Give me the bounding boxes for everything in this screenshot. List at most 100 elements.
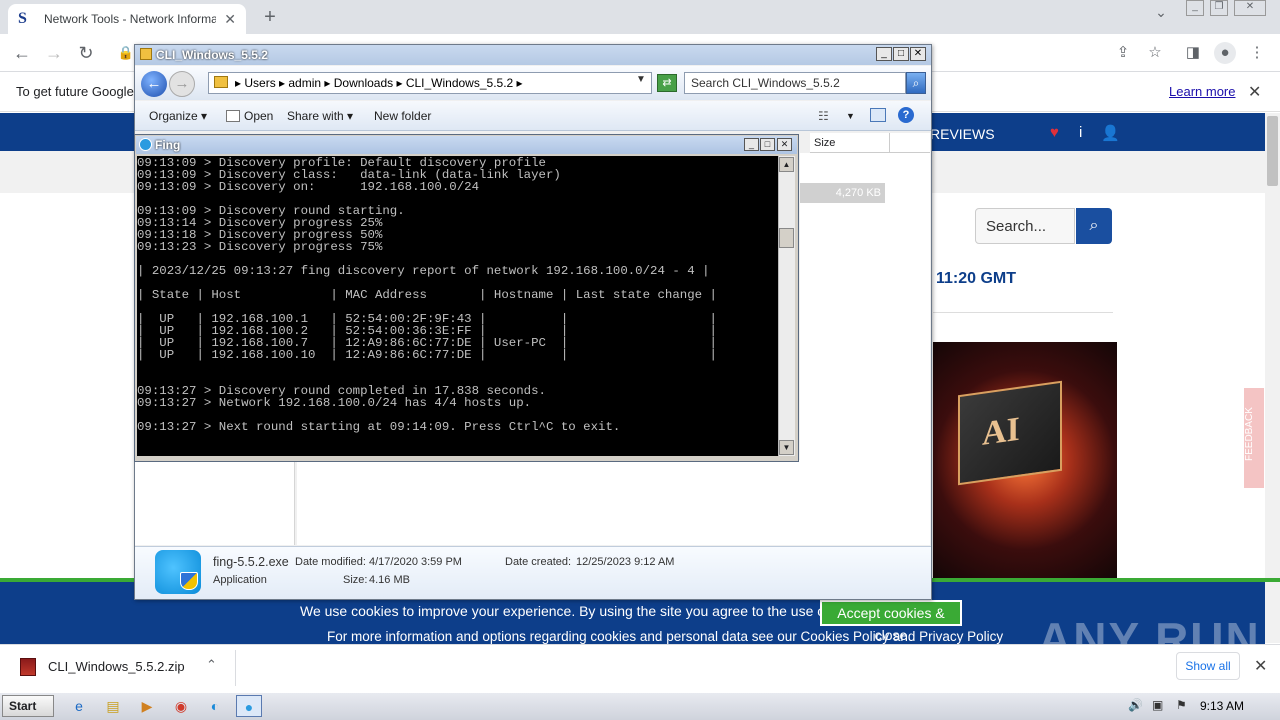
divider [933,312,1113,313]
navigation-pane[interactable] [135,460,295,545]
fing-maximize-button[interactable]: □ [760,138,775,151]
preview-pane-icon[interactable] [870,108,886,122]
ai-chip-label: AI [982,410,1020,453]
new-tab-button[interactable]: + [258,6,282,30]
network-icon[interactable]: ▣ [1152,698,1163,712]
address-folder-icon [214,76,228,88]
show-all-button[interactable]: Show all [1176,652,1240,680]
start-button[interactable]: Start [2,695,54,717]
explorer-minimize-button[interactable]: _ [876,47,892,61]
address-dropdown-icon[interactable]: ▼ [636,74,646,85]
fing-minimize-button[interactable]: _ [744,138,759,151]
user-icon[interactable]: 👤 [1101,124,1120,142]
site-search-icon[interactable]: ⌕ [1076,208,1112,244]
info-bar-text: To get future Google [16,84,134,99]
detail-created-value: 12/25/2023 9:12 AM [576,556,675,568]
ie-icon[interactable]: e [66,695,92,717]
close-tab-icon[interactable]: ✕ [224,11,236,28]
heart-icon[interactable]: ♥ [1050,124,1059,141]
selected-file-size[interactable]: 4,270 KB [800,183,885,203]
detail-modified-value: 4/17/2020 3:59 PM [369,556,462,568]
explorer-search-input[interactable]: Search CLI_Windows_5.5.2 [684,72,906,94]
scroll-up-icon[interactable]: ▲ [779,157,794,172]
explorer-forward-icon[interactable]: → [169,71,195,97]
profile-avatar-icon[interactable]: ● [1214,42,1236,64]
explorer-maximize-button[interactable]: □ [893,47,909,61]
learn-more-link[interactable]: Learn more [1169,84,1235,99]
accept-cookies-button[interactable]: Accept cookies & close [820,600,962,643]
view-dropdown-icon[interactable]: ▼ [846,111,855,121]
nav-reviews-link[interactable]: REVIEWS [930,126,995,142]
console-line: 09:13:09 > Discovery on: 192.168.100.0/2… [137,180,480,194]
console-scroll-thumb[interactable] [779,228,794,248]
volume-icon[interactable]: 🔊 [1128,698,1143,712]
minimize-button[interactable]: _ [1186,0,1204,16]
feedback-tab[interactable]: FEEDBACK [1244,388,1264,488]
zip-archive-icon [20,658,36,676]
info-bar-close-icon[interactable]: ✕ [1248,82,1261,102]
file-list-lower[interactable] [297,460,930,545]
restore-button[interactable]: ❐ [1210,0,1228,16]
explorer-close-button[interactable]: ✕ [910,47,926,61]
tab-title: Network Tools - Network Information [44,12,217,26]
console-line: | State | Host | MAC Address | Hostname … [137,288,717,302]
folder-icon [140,48,152,60]
uac-shield-icon [180,572,198,590]
explorer-title: CLI_Windows_5.5.2 [156,48,268,62]
cookie-policy-text[interactable]: For more information and options regardi… [327,629,1003,644]
open-icon [226,110,240,122]
scroll-down-icon[interactable]: ▼ [779,440,794,455]
explorer-refresh-icon[interactable]: ⇄ [657,74,677,92]
detail-size-label: Size: [343,574,368,586]
menu-kebab-icon[interactable]: ⋮ [1246,42,1268,64]
share-icon[interactable]: ⇪ [1112,42,1134,64]
side-panel-icon[interactable]: ◨ [1182,42,1204,64]
page-scrollbar-thumb[interactable] [1267,116,1278,186]
edge-icon[interactable]: ◐ [202,695,228,717]
fing-console-output[interactable]: 09:13:09 > Discovery profile: Default di… [137,156,778,456]
fing-title-icon [139,138,152,151]
start-label: Start [9,699,37,713]
console-line: 09:13:23 > Discovery progress 75% [137,240,383,254]
detail-filetype: Application [213,574,267,586]
site-search-input[interactable]: Search... [975,208,1075,244]
reload-icon[interactable]: ↻ [74,42,98,64]
download-item[interactable]: CLI_Windows_5.5.2.zip [48,659,185,674]
size-column-header[interactable]: Size [810,133,890,153]
explorer-search-icon[interactable]: ⌕ [906,72,926,94]
tab-search-icon[interactable]: ⌄ [1146,4,1176,21]
explorer-taskbar-icon[interactable]: ▤ [100,695,126,717]
detail-created-label: Date created: [505,556,572,568]
download-shelf-close-icon[interactable]: ✕ [1254,656,1267,676]
bookmark-star-icon[interactable]: ☆ [1144,42,1166,64]
chrome-icon[interactable]: ◉ [168,695,194,717]
fing-taskbar-icon[interactable]: ● [236,695,262,717]
explorer-address-bar[interactable]: ▸ Users ▸ admin ▸ Downloads ▸ CLI_Window… [208,72,652,94]
site-favicon-icon: S [18,10,27,27]
view-options-icon[interactable]: ☷ [818,109,829,123]
new-folder-button[interactable]: New folder [374,109,431,123]
organize-menu[interactable]: Organize ▾ [149,109,207,123]
download-chevron-up-icon[interactable]: ⌃ [206,657,217,673]
taskbar-clock[interactable]: 9:13 AM [1200,699,1244,713]
divider [235,650,236,686]
open-button[interactable]: Open [244,109,273,123]
console-line: | 2023/12/25 09:13:27 fing discovery rep… [137,264,710,278]
share-with-menu[interactable]: Share with ▾ [287,109,353,123]
detail-filename: fing-5.5.2.exe [213,555,289,569]
fing-titlebar[interactable] [136,136,797,154]
forward-arrow-icon[interactable]: → [42,42,66,64]
info-icon[interactable]: i [1079,124,1082,141]
explorer-back-icon[interactable]: ← [141,71,167,97]
back-arrow-icon[interactable]: ← [10,42,34,64]
detail-modified-label: Date modified: [295,556,366,568]
flag-icon[interactable]: ⚑ [1176,698,1187,712]
media-player-icon[interactable]: ▶ [134,695,160,717]
page-scrollbar[interactable] [1265,113,1280,643]
close-window-button[interactable]: ✕ [1234,0,1266,16]
fing-close-button[interactable]: ✕ [777,138,792,151]
console-scrollbar[interactable] [778,156,795,456]
help-icon[interactable]: ? [898,107,914,123]
browser-tab[interactable]: S Network Tools - Network Information ✕ [8,4,246,34]
